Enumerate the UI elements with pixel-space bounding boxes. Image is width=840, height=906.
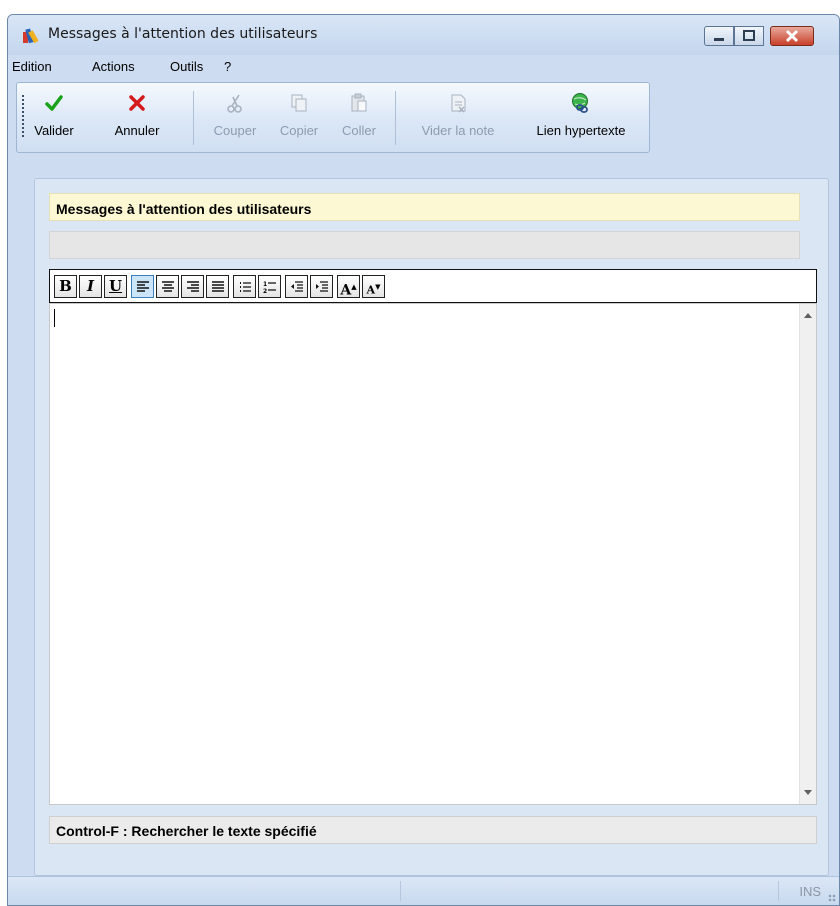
outdent-button[interactable] <box>285 275 308 298</box>
indent-button[interactable] <box>310 275 333 298</box>
close-icon <box>785 29 799 43</box>
text-editor[interactable] <box>49 303 817 805</box>
toolbar-grip[interactable] <box>22 95 24 139</box>
align-right-icon <box>187 281 199 292</box>
red-x-icon <box>129 95 145 111</box>
app-books-icon <box>23 28 39 44</box>
bullet-list-icon <box>240 282 251 292</box>
format-toolbar: B I U 12 A▲ A▼ <box>49 269 817 303</box>
align-right-button[interactable] <box>181 275 204 298</box>
coller-label: Coller <box>342 123 376 138</box>
menu-bar: Edition Actions Outils ? <box>8 55 839 77</box>
globe-link-icon <box>572 93 588 113</box>
bold-button[interactable]: B <box>54 275 77 298</box>
annuler-label: Annuler <box>114 123 160 138</box>
scroll-down-icon[interactable] <box>804 790 812 795</box>
minimize-icon <box>714 38 724 41</box>
align-left-icon <box>137 281 149 292</box>
status-bar: INS <box>8 876 839 905</box>
menu-help[interactable]: ? <box>224 59 231 74</box>
insert-mode-indicator: INS <box>799 884 821 899</box>
lien-hypertexte-label: Lien hypertexte <box>536 123 626 138</box>
indent-icon <box>316 281 328 292</box>
text-caret <box>54 309 55 327</box>
grow-font-icon: ▲ <box>351 282 357 291</box>
title-bar[interactable]: Messages à l'attention des utilisateurs <box>8 15 839 55</box>
shrink-font-icon: ▼ <box>375 282 381 291</box>
toolbar-separator <box>395 91 396 145</box>
align-justify-icon <box>212 281 224 292</box>
numbered-list-button[interactable]: 12 <box>258 275 281 298</box>
copier-label: Copier <box>279 123 319 138</box>
numbered-list-icon: 12 <box>263 281 276 294</box>
underline-button[interactable]: U <box>104 275 127 298</box>
copier-button[interactable]: Copier <box>269 83 329 152</box>
valider-button[interactable]: Valider <box>27 83 81 152</box>
maximize-button[interactable] <box>734 26 764 46</box>
couper-button[interactable]: Couper <box>203 83 267 152</box>
align-center-button[interactable] <box>156 275 179 298</box>
window-title: Messages à l'attention des utilisateurs <box>48 26 318 42</box>
resize-grip-icon[interactable] <box>828 894 836 902</box>
shrink-font-button[interactable]: A▼ <box>362 275 385 298</box>
vertical-scrollbar[interactable] <box>799 304 816 804</box>
checkmark-icon <box>45 95 63 111</box>
heading-field: Messages à l'attention des utilisateurs <box>49 193 800 221</box>
status-divider <box>400 881 401 901</box>
svg-text:2: 2 <box>263 288 267 294</box>
hint-bar: Control-F : Rechercher le texte spécifié <box>49 816 817 844</box>
menu-outils[interactable]: Outils <box>170 59 203 74</box>
grow-font-label: A <box>340 282 352 299</box>
bullet-list-button[interactable] <box>233 275 256 298</box>
annuler-button[interactable]: Annuler <box>89 83 185 152</box>
outdent-icon <box>291 281 303 292</box>
paste-icon <box>351 93 367 112</box>
maximize-icon <box>743 30 755 41</box>
vider-la-note-button[interactable]: Vider la note <box>403 83 513 152</box>
scroll-up-icon[interactable] <box>804 313 812 318</box>
menu-edition[interactable]: Edition <box>12 59 52 74</box>
subheading-field[interactable] <box>49 231 800 259</box>
align-center-icon <box>162 281 174 292</box>
copy-icon <box>291 94 307 112</box>
menu-actions[interactable]: Actions <box>92 59 135 74</box>
shrink-font-label: A <box>366 283 376 297</box>
italic-button[interactable]: I <box>79 275 102 298</box>
align-justify-button[interactable] <box>206 275 229 298</box>
svg-text:1: 1 <box>263 281 267 288</box>
app-window: Messages à l'attention des utilisateurs … <box>7 14 840 906</box>
status-divider <box>778 881 779 901</box>
align-left-button[interactable] <box>131 275 154 298</box>
valider-label: Valider <box>34 123 74 138</box>
grow-font-button[interactable]: A▲ <box>337 275 360 299</box>
close-button[interactable] <box>770 26 814 46</box>
main-toolbar: Valider Annuler Couper Copier Coller Vid… <box>16 82 650 153</box>
coller-button[interactable]: Coller <box>331 83 387 152</box>
scissors-icon <box>227 94 242 113</box>
toolbar-separator <box>193 91 194 145</box>
minimize-button[interactable] <box>704 26 734 46</box>
content-panel: Messages à l'attention des utilisateurs … <box>34 178 829 876</box>
lien-hypertexte-button[interactable]: Lien hypertexte <box>517 83 645 152</box>
couper-label: Couper <box>213 123 257 138</box>
clear-note-icon <box>451 94 466 113</box>
vider-la-note-label: Vider la note <box>421 123 495 138</box>
